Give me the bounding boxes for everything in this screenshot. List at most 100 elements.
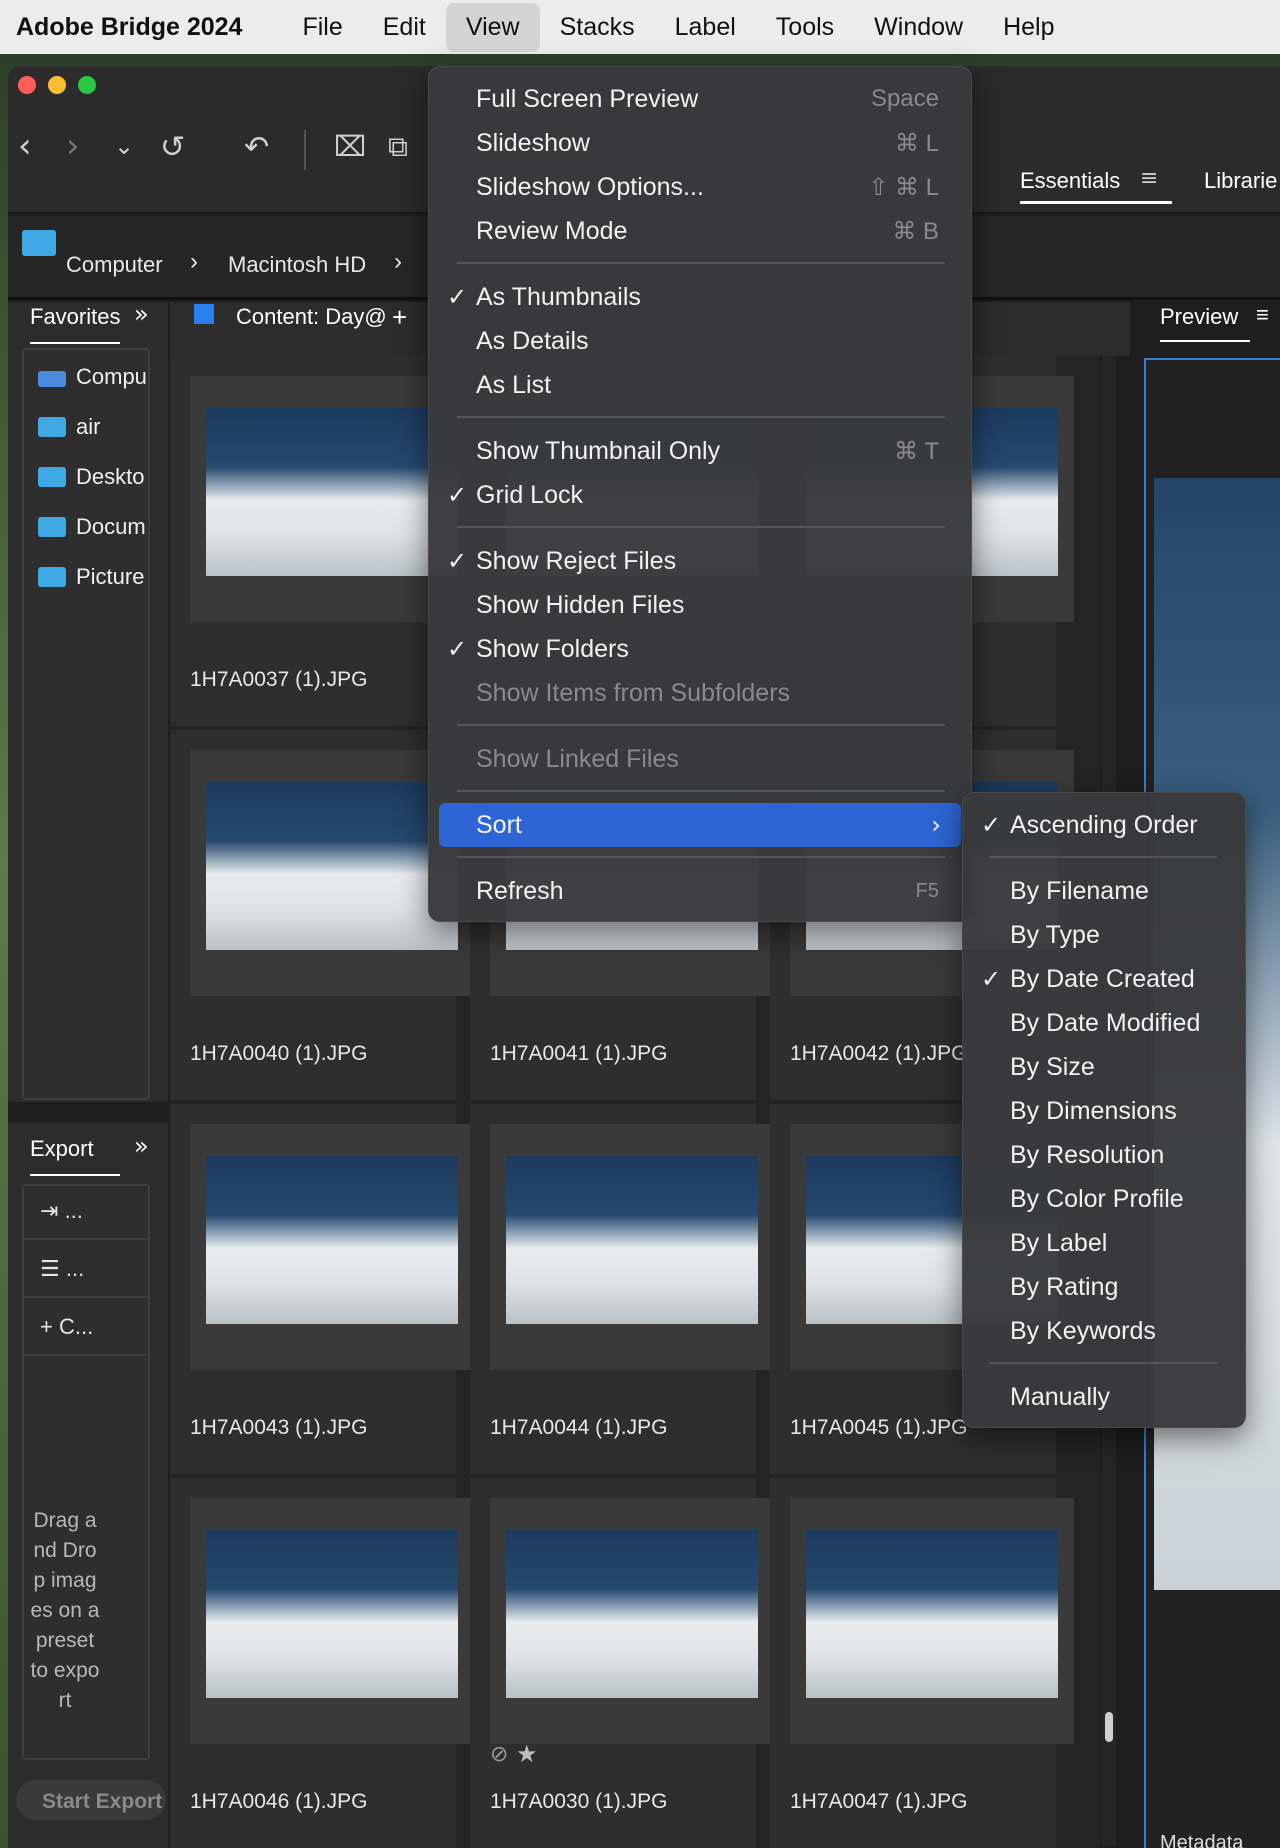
export-preset-item[interactable]: + C...: [40, 1314, 93, 1340]
menu-separator: [457, 526, 945, 528]
workspace-menu-icon[interactable]: ≡: [1140, 166, 1158, 191]
menu-separator: [989, 1362, 1217, 1364]
expand-panel-icon[interactable]: »: [134, 300, 149, 328]
documents-folder-icon: [38, 517, 66, 537]
favorite-item-pictures[interactable]: Picture: [24, 564, 146, 590]
menu-item-as-thumbnails[interactable]: ✓ As Thumbnails: [429, 275, 971, 319]
metadata-tab[interactable]: Metadata: [1160, 1832, 1243, 1848]
menu-tools[interactable]: Tools: [756, 3, 854, 52]
favorite-item-computer[interactable]: Compu: [24, 364, 146, 390]
breadcrumb-computer[interactable]: Computer: [66, 252, 163, 278]
recent-dropdown-icon[interactable]: ⌄: [114, 132, 134, 160]
panel-menu-icon[interactable]: ≡: [1256, 302, 1269, 328]
checkmark-icon: ✓: [447, 283, 468, 311]
sort-item-by-type[interactable]: By Type: [963, 913, 1245, 957]
menu-edit[interactable]: Edit: [363, 3, 446, 52]
menu-separator: [457, 856, 945, 858]
thumbnail-cell[interactable]: ⊘ ★ 1H7A0030 (1).JPG: [470, 1478, 774, 1848]
thumbnail-cell[interactable]: 1H7A0046 (1).JPG: [170, 1478, 474, 1848]
view-menu: Full Screen Preview Space Slideshow ⌘ L Sl…: [428, 66, 972, 922]
favorites-tab-underline: [30, 342, 120, 344]
tab-essentials[interactable]: Essentials: [1020, 168, 1120, 194]
menu-label[interactable]: Label: [655, 3, 756, 52]
export-preset-item[interactable]: ☰ ...: [40, 1256, 84, 1282]
forward-icon[interactable]: ›: [66, 126, 80, 166]
maximize-window-button[interactable]: [78, 76, 96, 94]
export-preset-item[interactable]: ⇥ ...: [40, 1198, 83, 1224]
sort-item-by-label[interactable]: By Label: [963, 1221, 1245, 1265]
menu-help[interactable]: Help: [983, 3, 1074, 52]
thumbnail-cell[interactable]: 1H7A0047 (1).JPG: [770, 1478, 1074, 1848]
checkmark-icon: ✓: [981, 965, 1002, 993]
export-drop-hint: Drag and Drop images on a preset to expo…: [30, 1509, 100, 1712]
favorite-item-desktop[interactable]: Deskto: [24, 464, 146, 490]
menu-item-refresh[interactable]: Refresh F5: [429, 869, 971, 913]
chevron-right-icon: ›: [394, 248, 402, 275]
start-export-button[interactable]: Start Export: [16, 1780, 166, 1820]
menu-bar: Adobe Bridge 2024 File Edit View Stacks …: [0, 0, 1280, 54]
content-tab[interactable]: Content: Day@: [236, 304, 387, 330]
star-icon[interactable]: ★: [516, 1740, 538, 1768]
thumbnail-image: [206, 1156, 458, 1324]
breadcrumb-macintosh-hd[interactable]: Macintosh HD: [228, 252, 366, 278]
list-icon: ☰: [40, 1257, 60, 1282]
menu-separator: [457, 724, 945, 726]
preview-tab-underline: [1160, 340, 1250, 342]
tab-libraries[interactable]: Librarie: [1204, 168, 1277, 194]
copy-icon[interactable]: ⧉: [388, 130, 408, 164]
history-icon[interactable]: ↺: [160, 130, 185, 165]
sort-submenu: ✓ Ascending Order By Filename By Type ✓ By…: [962, 792, 1246, 1428]
add-tab-icon[interactable]: +: [392, 302, 407, 333]
menu-item-show-hidden-files[interactable]: Show Hidden Files: [429, 583, 971, 627]
thumbnail-cell[interactable]: 1H7A0044 (1).JPG: [470, 1104, 774, 1474]
sort-item-by-filename[interactable]: By Filename: [963, 869, 1245, 913]
expand-panel-icon[interactable]: »: [134, 1132, 149, 1160]
menu-item-grid-lock[interactable]: ✓ Grid Lock: [429, 473, 971, 517]
favorite-item-documents[interactable]: Docum: [24, 514, 146, 540]
menu-item-review-mode[interactable]: Review Mode ⌘ B: [429, 209, 971, 253]
minimize-window-button[interactable]: [48, 76, 66, 94]
menu-stacks[interactable]: Stacks: [540, 3, 655, 52]
menu-item-as-list[interactable]: As List: [429, 363, 971, 407]
preview-tab[interactable]: Preview: [1160, 304, 1238, 330]
menu-file[interactable]: File: [282, 3, 362, 52]
desktop-folder-icon: [38, 467, 66, 487]
sort-item-by-resolution[interactable]: By Resolution: [963, 1133, 1245, 1177]
sort-item-ascending-order[interactable]: ✓ Ascending Order: [963, 803, 1245, 847]
favorites-tab[interactable]: Favorites: [30, 304, 120, 330]
menu-window[interactable]: Window: [854, 3, 983, 52]
thumbnail-cell[interactable]: 1H7A0037 (1).JPG: [170, 356, 474, 726]
sort-item-by-dimensions[interactable]: By Dimensions: [963, 1089, 1245, 1133]
menu-item-sort[interactable]: Sort ›: [439, 803, 961, 847]
export-tab[interactable]: Export: [30, 1136, 94, 1162]
back-icon[interactable]: ‹: [18, 126, 32, 166]
camera-import-icon[interactable]: ⌧: [334, 130, 366, 163]
sort-item-manually[interactable]: Manually: [963, 1375, 1245, 1419]
favorite-item-air[interactable]: air: [24, 414, 146, 440]
sort-item-by-size[interactable]: By Size: [963, 1045, 1245, 1089]
menu-item-show-reject-files[interactable]: ✓ Show Reject Files: [429, 539, 971, 583]
sort-item-by-keywords[interactable]: By Keywords: [963, 1309, 1245, 1353]
thumbnail-cell[interactable]: 1H7A0043 (1).JPG: [170, 1104, 474, 1474]
close-window-button[interactable]: [18, 76, 36, 94]
thumbnail-filename: 1H7A0030 (1).JPG: [490, 1790, 668, 1813]
menu-item-show-folders[interactable]: ✓ Show Folders: [429, 627, 971, 671]
menu-item-slideshow-options[interactable]: Slideshow Options... ⇧ ⌘ L: [429, 165, 971, 209]
sort-item-by-color-profile[interactable]: By Color Profile: [963, 1177, 1245, 1221]
thumbnail-cell[interactable]: 1H7A0040 (1).JPG: [170, 730, 474, 1100]
menu-item-show-thumbnail-only[interactable]: Show Thumbnail Only ⌘ T: [429, 429, 971, 473]
sort-item-by-date-created[interactable]: ✓ By Date Created: [963, 957, 1245, 1001]
sort-item-by-rating[interactable]: By Rating: [963, 1265, 1245, 1309]
thumbnail-filename: 1H7A0037 (1).JPG: [190, 668, 368, 691]
app-name[interactable]: Adobe Bridge 2024: [16, 13, 242, 42]
menu-item-as-details[interactable]: As Details: [429, 319, 971, 363]
reject-icon[interactable]: ⊘: [490, 1742, 508, 1767]
checkmark-icon: ✓: [447, 635, 468, 663]
boomerang-icon[interactable]: ↶: [244, 130, 269, 165]
menu-item-full-screen-preview[interactable]: Full Screen Preview Space: [429, 77, 971, 121]
checkmark-icon: ✓: [447, 547, 468, 575]
scrollbar-thumb[interactable]: [1105, 1712, 1113, 1742]
menu-view[interactable]: View: [445, 2, 540, 52]
menu-item-slideshow[interactable]: Slideshow ⌘ L: [429, 121, 971, 165]
sort-item-by-date-modified[interactable]: By Date Modified: [963, 1001, 1245, 1045]
